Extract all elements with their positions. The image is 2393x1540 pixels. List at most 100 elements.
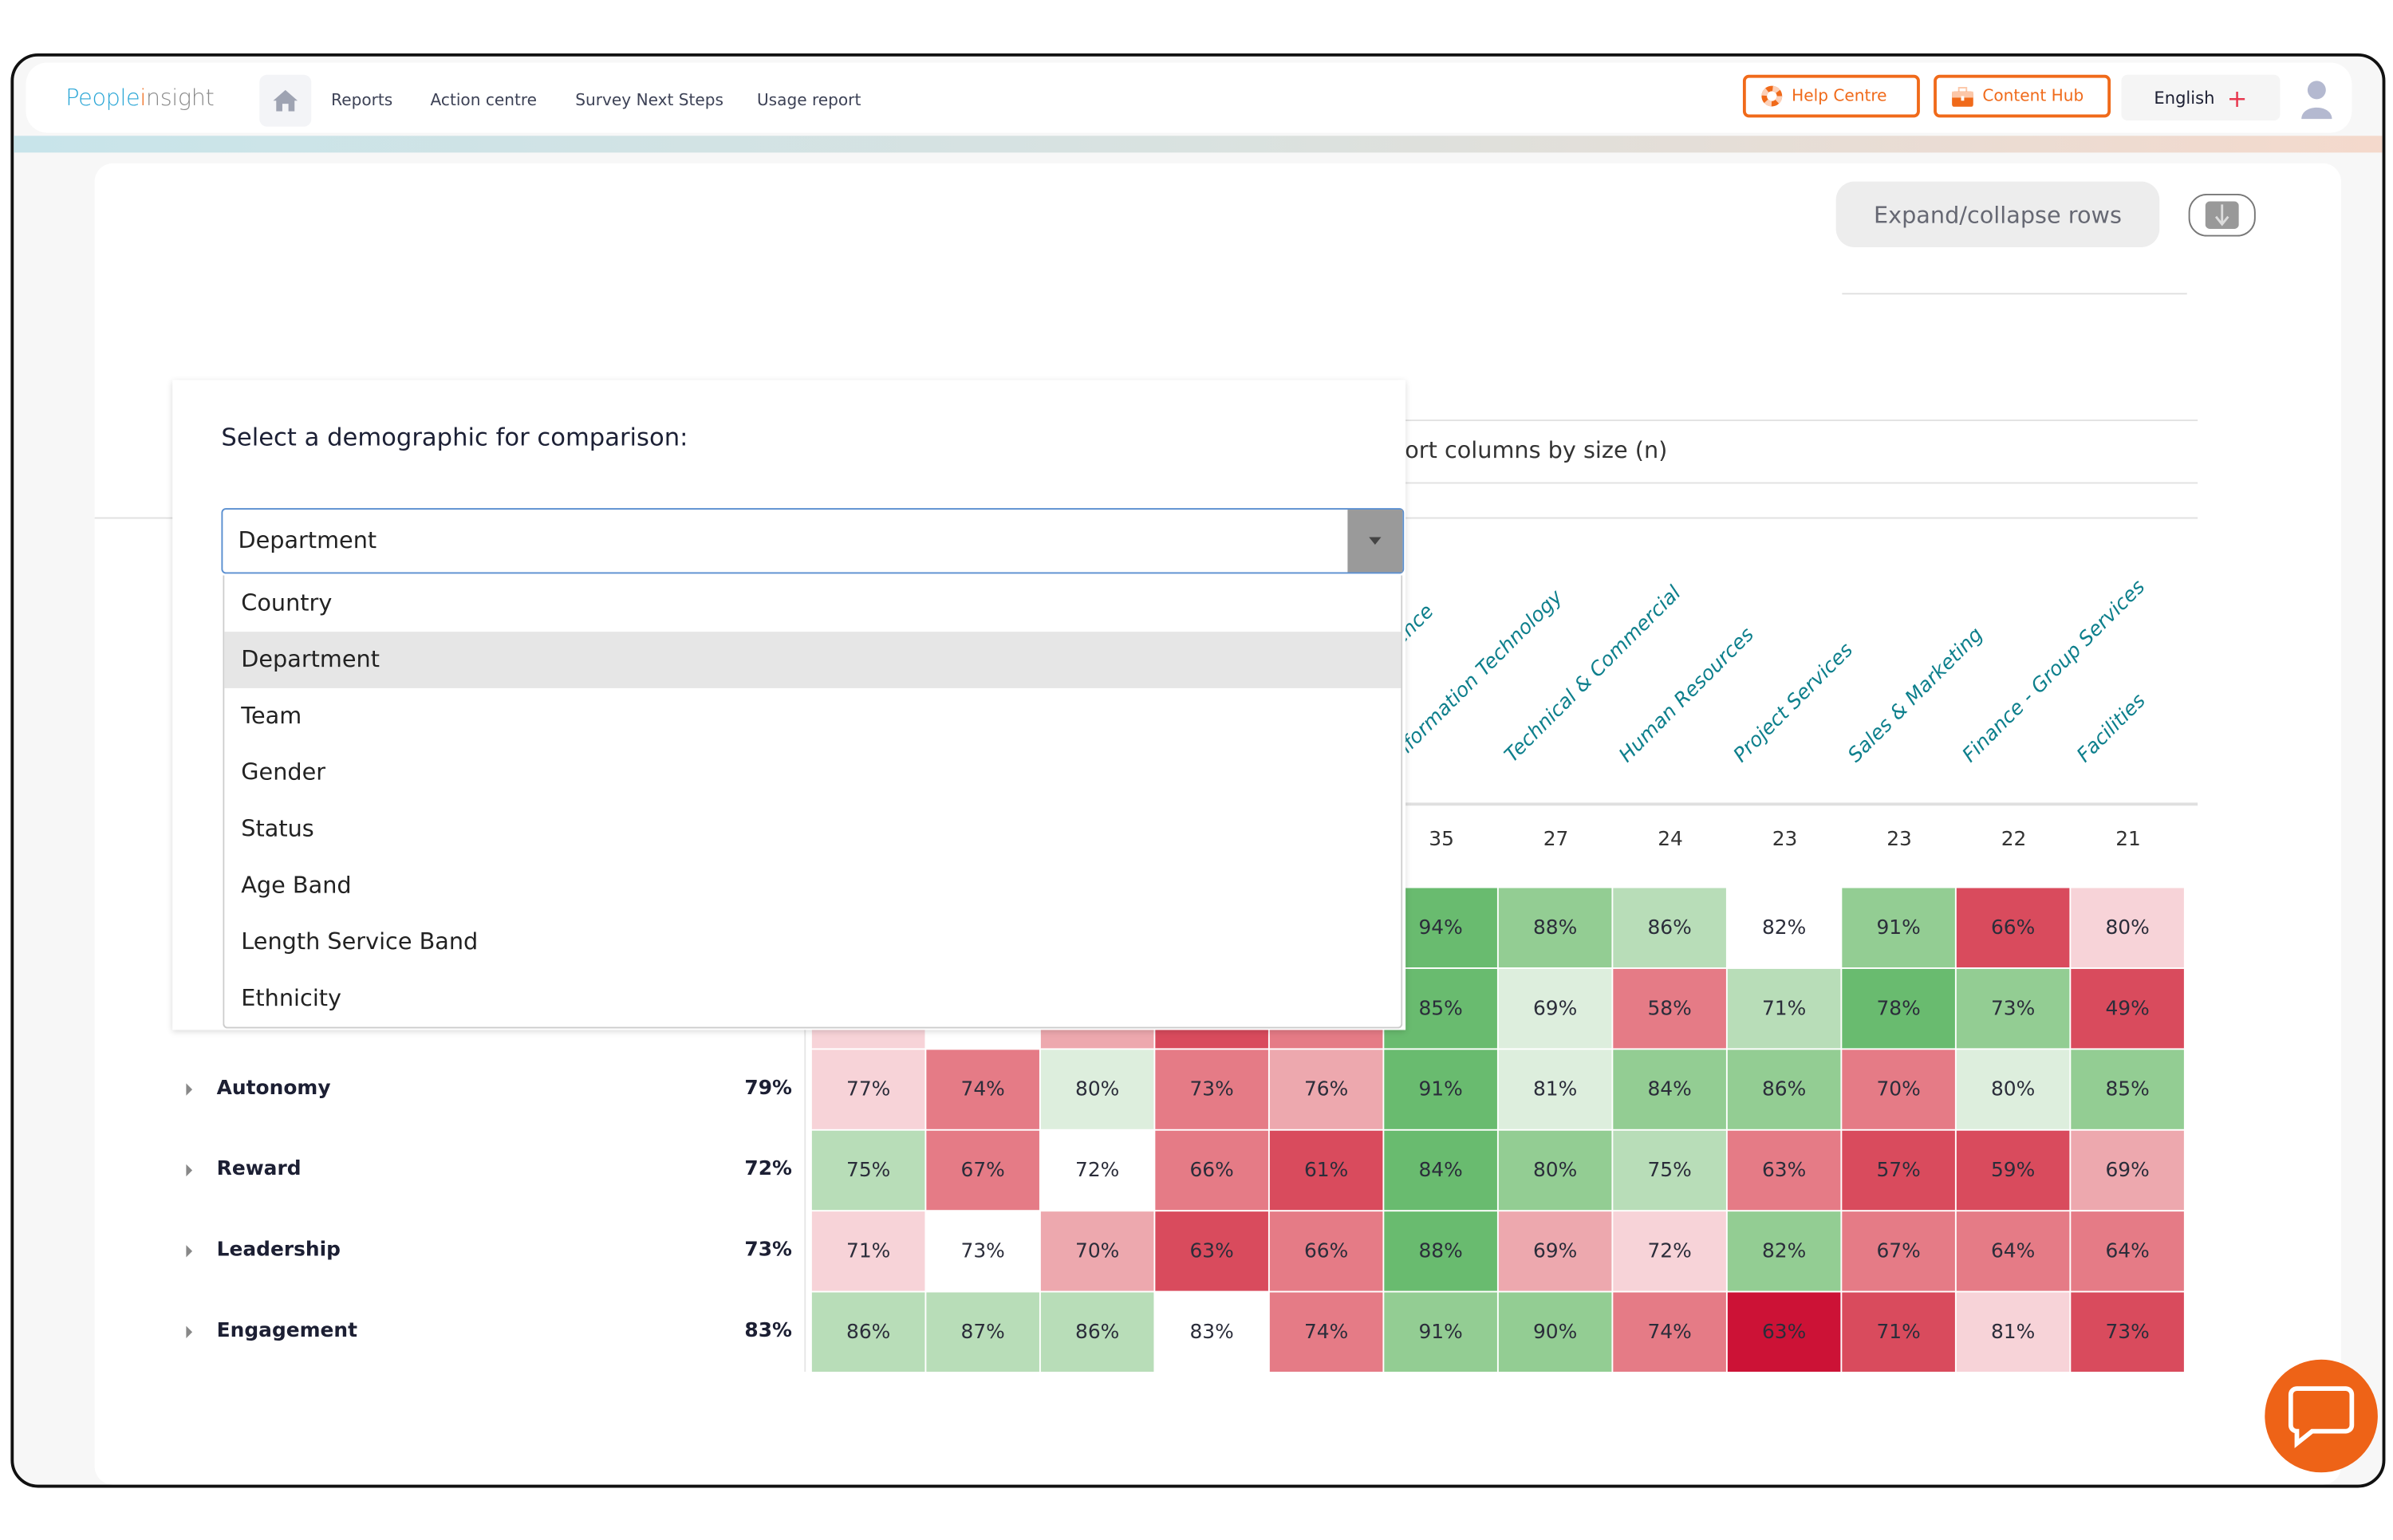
heatmap-cell[interactable]: 64% <box>2071 1211 2184 1291</box>
heatmap-cell[interactable]: 73% <box>1956 968 2070 1049</box>
heatmap-cell[interactable]: 91% <box>1384 1050 1497 1129</box>
heatmap-cell[interactable]: 58% <box>1613 968 1726 1049</box>
heatmap-cell[interactable]: 88% <box>1384 1211 1497 1291</box>
lifebuoy-icon <box>1761 85 1783 107</box>
heatmap-cell[interactable]: 86% <box>1727 1050 1841 1129</box>
heatmap-cell[interactable]: 64% <box>1956 1211 2070 1291</box>
heatmap-cell[interactable]: 80% <box>2071 888 2184 968</box>
heatmap-cell[interactable]: 71% <box>811 1211 925 1291</box>
heatmap-cell[interactable]: 74% <box>926 1050 1039 1129</box>
content-hub-button[interactable]: Content Hub <box>1934 74 2111 118</box>
heatmap-cell[interactable]: 67% <box>1842 1211 1955 1291</box>
expand-row-icon[interactable] <box>186 1083 193 1096</box>
heatmap-cell[interactable]: 88% <box>1498 888 1612 968</box>
heatmap-cell[interactable]: 63% <box>1727 1292 1841 1373</box>
heatmap-cell[interactable]: 71% <box>1727 968 1841 1049</box>
expand-row-icon[interactable] <box>186 1164 193 1177</box>
expand-row-icon[interactable] <box>186 1245 193 1258</box>
heatmap-cell[interactable]: 63% <box>1155 1211 1268 1291</box>
column-header[interactable]: Finance - Group Services <box>1958 576 2150 767</box>
heatmap-cell[interactable]: 72% <box>1040 1130 1154 1211</box>
logo-text: nsight <box>145 84 215 112</box>
nav-action-centre[interactable]: Action centre <box>431 92 538 110</box>
nav-survey-next-steps[interactable]: Survey Next Steps <box>575 92 723 110</box>
language-selector[interactable]: English + <box>2121 74 2281 121</box>
heatmap-cell[interactable]: 86% <box>1040 1292 1154 1373</box>
user-avatar-icon[interactable] <box>2300 79 2333 120</box>
column-header[interactable]: Facilities <box>2073 690 2151 767</box>
heatmap-cell[interactable]: 67% <box>926 1130 1039 1211</box>
column-header[interactable]: Project Services <box>1729 639 1858 767</box>
demographic-option[interactable]: Team <box>224 688 1401 745</box>
heatmap-cell[interactable]: 72% <box>1613 1211 1726 1291</box>
heatmap-cell[interactable]: 66% <box>1155 1130 1268 1211</box>
heatmap-cell[interactable]: 63% <box>1727 1130 1841 1211</box>
sort-select[interactable]: Sort columns by size (n) <box>1373 419 2198 484</box>
heatmap-cell[interactable]: 73% <box>2071 1292 2184 1373</box>
heatmap-cell[interactable]: 86% <box>1613 888 1726 968</box>
demographic-option[interactable]: Age Band <box>224 857 1401 914</box>
demographic-dropdown-panel: Select a demographic for comparison: Dep… <box>172 380 1406 1030</box>
demographic-label: Select a demographic for comparison: <box>221 422 688 452</box>
heatmap-cell[interactable]: 49% <box>2071 968 2184 1049</box>
heatmap-cell[interactable]: 75% <box>1613 1130 1726 1211</box>
heatmap-cell[interactable]: 80% <box>1498 1130 1612 1211</box>
demographic-options-list: Country Department Team Gender Status Age Ban… <box>223 575 1403 1029</box>
demographic-option[interactable]: Department <box>224 632 1402 688</box>
heatmap-cell[interactable]: 70% <box>1040 1211 1154 1291</box>
chevron-down-icon[interactable] <box>1347 510 1403 573</box>
column-size: 22 <box>2001 828 2027 852</box>
demographic-option[interactable]: Status <box>224 801 1401 857</box>
heatmap-cell[interactable]: 59% <box>1956 1130 2070 1211</box>
logo-text: i <box>140 84 146 112</box>
heatmap-cell[interactable]: 84% <box>1384 1130 1497 1211</box>
heatmap-cell[interactable]: 74% <box>1613 1292 1726 1373</box>
logo[interactable]: Peopleinsight <box>65 84 215 112</box>
heatmap-cell[interactable]: 82% <box>1727 888 1841 968</box>
help-centre-button[interactable]: Help Centre <box>1742 74 1920 118</box>
download-button[interactable] <box>2188 193 2256 237</box>
heatmap-cell[interactable]: 85% <box>2071 1050 2184 1129</box>
heatmap-cell[interactable]: 90% <box>1498 1292 1612 1373</box>
heatmap-cell[interactable]: 82% <box>1727 1211 1841 1291</box>
heatmap-cell[interactable]: 71% <box>1842 1292 1955 1373</box>
heatmap-cell[interactable]: 57% <box>1842 1130 1955 1211</box>
home-button[interactable] <box>259 74 312 127</box>
expand-collapse-button[interactable]: Expand/collapse rows <box>1835 181 2160 247</box>
heatmap-cell[interactable]: 73% <box>1155 1050 1268 1129</box>
heatmap-cell[interactable]: 74% <box>1269 1292 1383 1373</box>
heatmap-cell[interactable]: 69% <box>1498 968 1612 1049</box>
heatmap-cell[interactable]: 66% <box>1269 1211 1383 1291</box>
heatmap-cell[interactable]: 75% <box>811 1130 925 1211</box>
heatmap-cell[interactable]: 61% <box>1269 1130 1383 1211</box>
heatmap-cell[interactable]: 70% <box>1842 1050 1955 1129</box>
row-label: Leadership <box>216 1239 341 1262</box>
heatmap-cell[interactable]: 80% <box>1956 1050 2070 1129</box>
heatmap-cell[interactable]: 84% <box>1613 1050 1726 1129</box>
heatmap-cell[interactable]: 69% <box>2071 1130 2184 1211</box>
nav-reports[interactable]: Reports <box>331 92 392 110</box>
heatmap-cell[interactable]: 73% <box>926 1211 1039 1291</box>
heatmap-cell[interactable]: 78% <box>1842 968 1955 1049</box>
heatmap-cell[interactable]: 77% <box>811 1050 925 1129</box>
home-icon <box>273 89 298 112</box>
demographic-option[interactable]: Country <box>224 575 1401 632</box>
heatmap-cell[interactable]: 66% <box>1956 888 2070 968</box>
chat-button[interactable] <box>2265 1359 2378 1473</box>
demographic-option[interactable]: Length Service Band <box>224 914 1401 971</box>
demographic-option[interactable]: Gender <box>224 745 1401 802</box>
heatmap-cell[interactable]: 81% <box>1956 1292 2070 1373</box>
demographic-select[interactable]: Department <box>221 508 1405 574</box>
heatmap-cell[interactable]: 91% <box>1384 1292 1497 1373</box>
heatmap-cell[interactable]: 83% <box>1155 1292 1268 1373</box>
heatmap-cell[interactable]: 69% <box>1498 1211 1612 1291</box>
heatmap-cell[interactable]: 86% <box>811 1292 925 1373</box>
demographic-option[interactable]: Ethnicity <box>224 971 1401 1027</box>
heatmap-cell[interactable]: 91% <box>1842 888 1955 968</box>
nav-usage-report[interactable]: Usage report <box>757 92 861 110</box>
expand-row-icon[interactable] <box>186 1325 193 1338</box>
heatmap-cell[interactable]: 81% <box>1498 1050 1612 1129</box>
heatmap-cell[interactable]: 87% <box>926 1292 1039 1373</box>
heatmap-cell[interactable]: 76% <box>1269 1050 1383 1129</box>
heatmap-cell[interactable]: 80% <box>1040 1050 1154 1129</box>
